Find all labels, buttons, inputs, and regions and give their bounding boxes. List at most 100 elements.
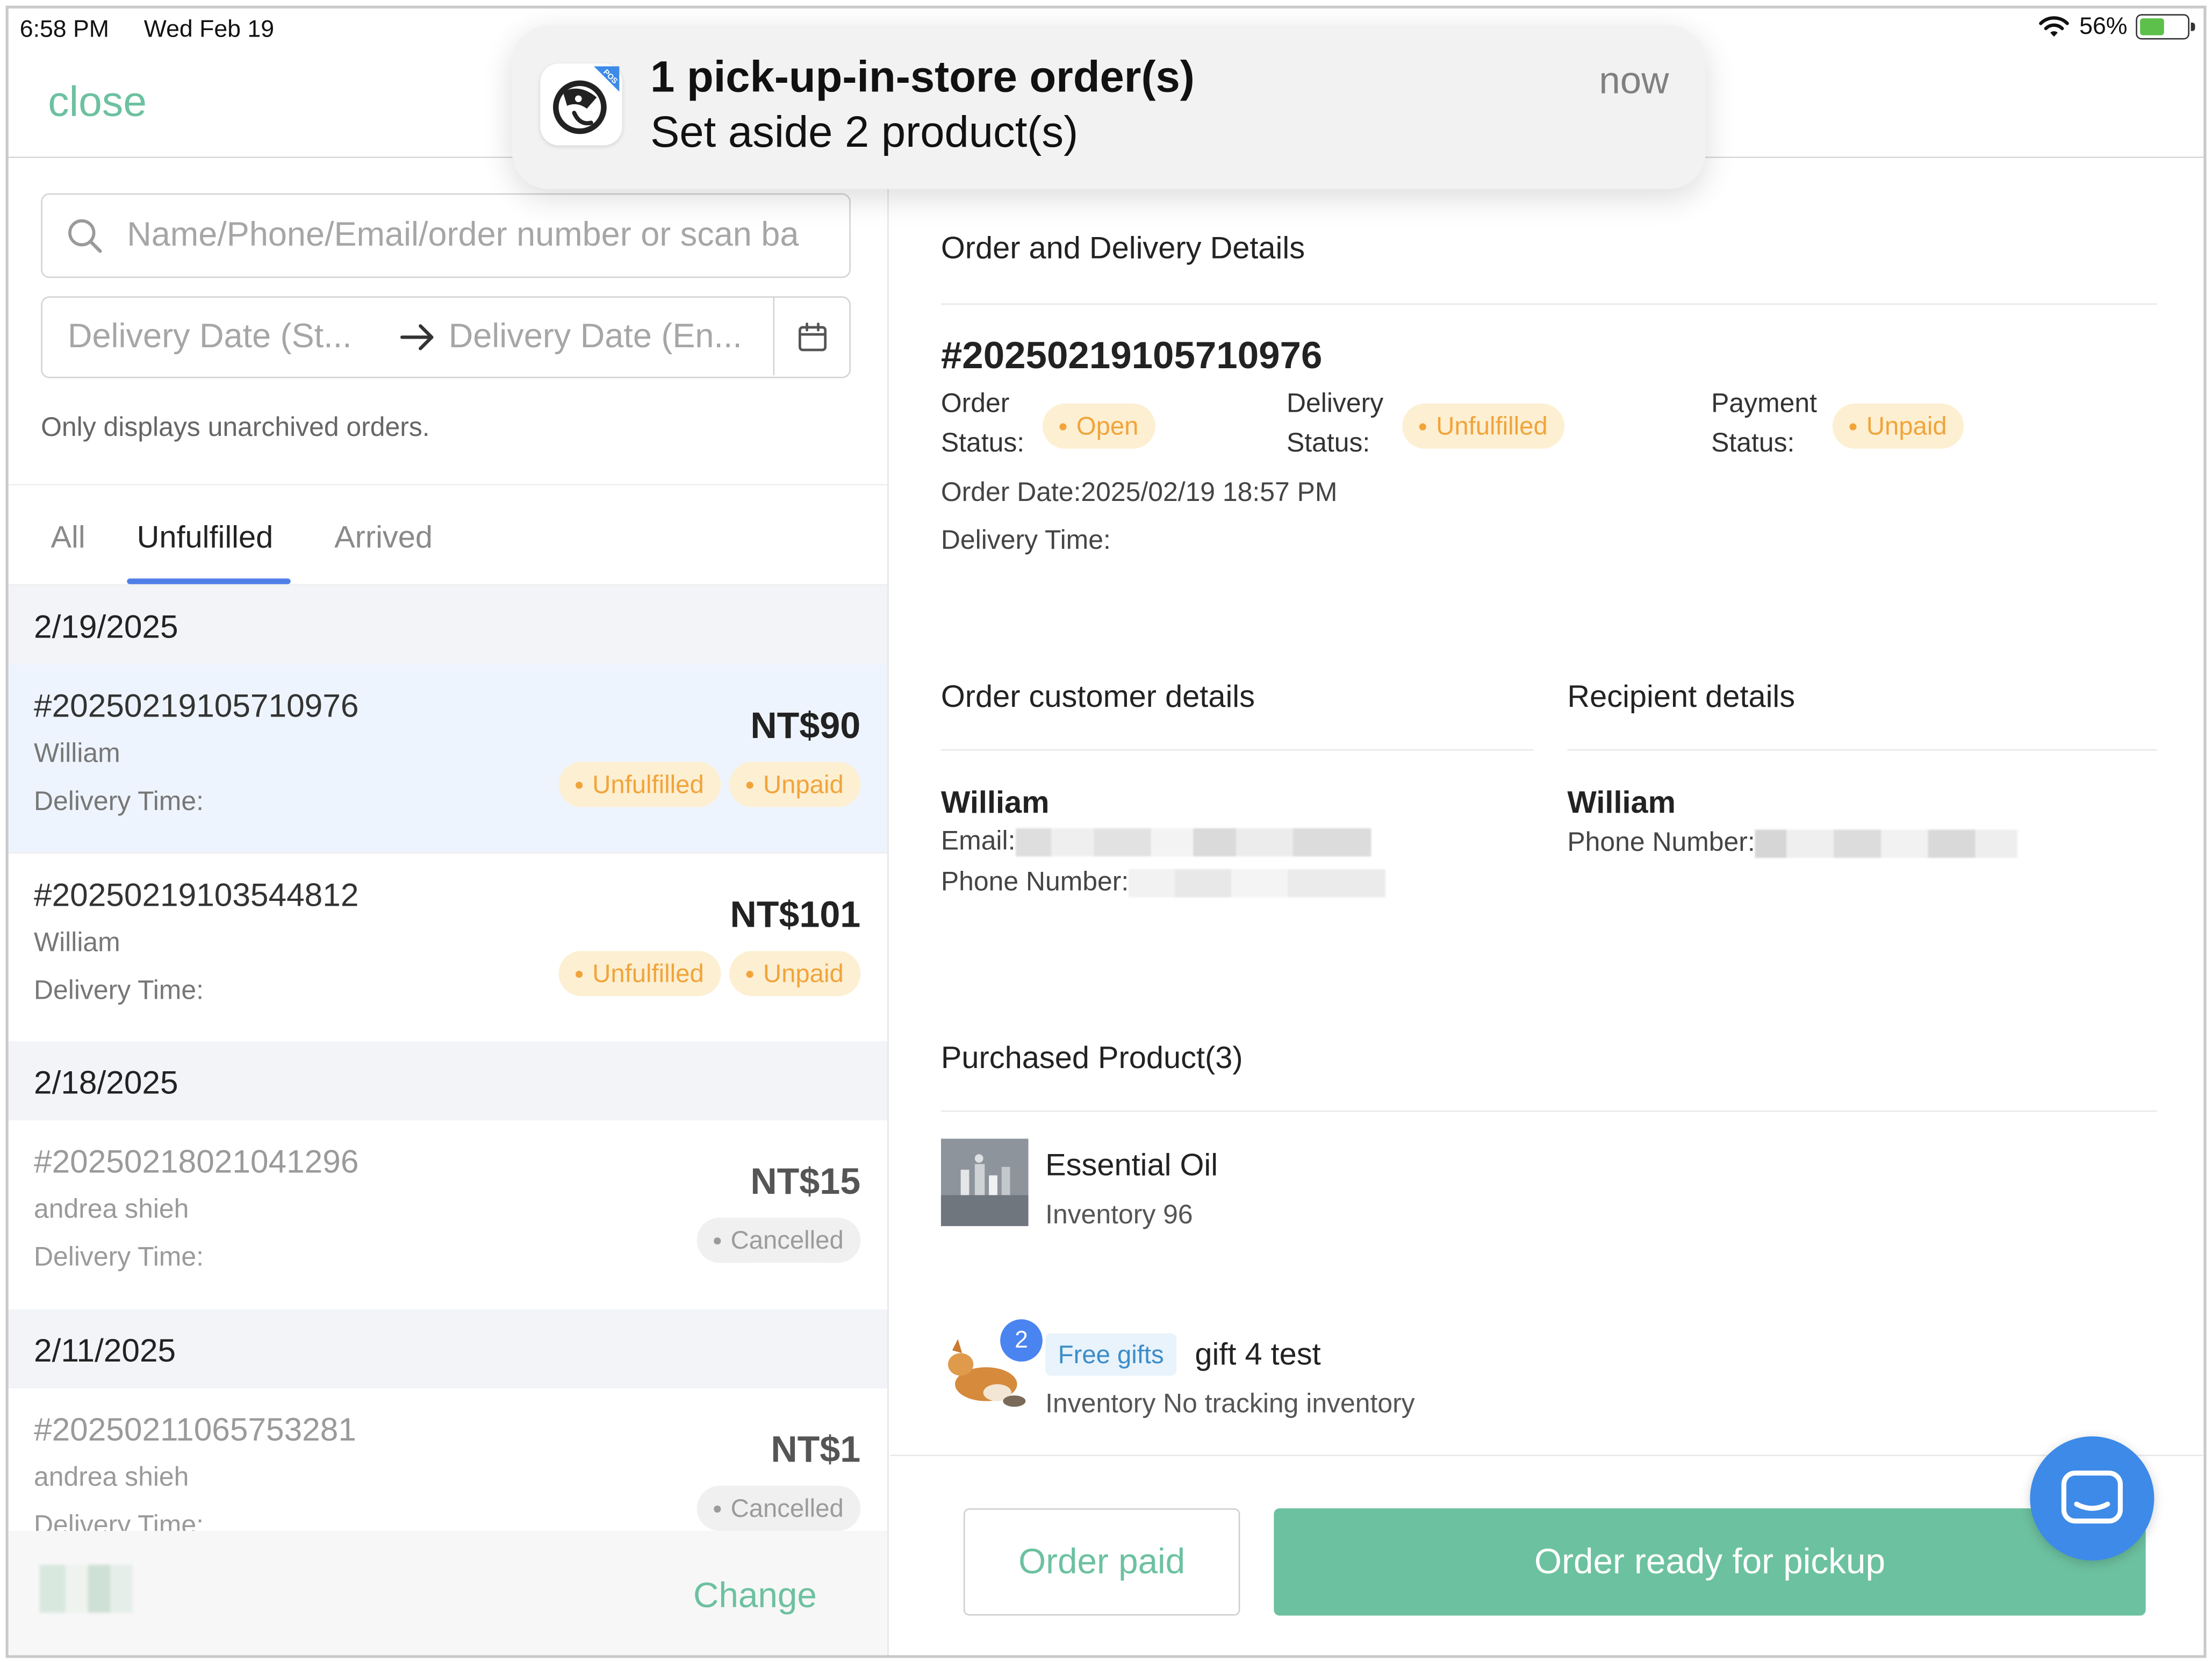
product-inventory: Inventory No tracking inventory: [1045, 1389, 1415, 1420]
redacted-phone: [1129, 869, 1385, 898]
order-number: #20250219105710976: [34, 687, 359, 724]
date-start-input[interactable]: Delivery Date (St...: [68, 318, 352, 357]
battery-icon: [2136, 14, 2195, 40]
order-status-badge: Open: [1042, 403, 1155, 449]
push-notification[interactable]: POS 1 pick-up-in-store order(s) Set asid…: [512, 25, 1706, 189]
customer-name: William: [34, 928, 120, 958]
divider: [940, 1110, 2157, 1112]
delivery-time: Delivery Time:: [34, 1243, 204, 1273]
free-gift-tag: Free gifts: [1045, 1333, 1177, 1376]
customer-phone: Phone Number:: [941, 868, 1385, 899]
date-group-header: 2/11/2025: [8, 1309, 888, 1388]
delivery-status-badge: Unfulfilled: [1402, 403, 1565, 449]
status-badges: Unfulfilled Unpaid: [558, 951, 861, 997]
payment-status-badge: Unpaid: [1832, 403, 1964, 449]
redacted-phone: [1755, 829, 2017, 858]
status-badges: Cancelled: [696, 1486, 861, 1531]
product-inventory: Inventory 96: [1045, 1200, 1193, 1230]
chat-icon: [2061, 1470, 2123, 1524]
action-bar: Order paid Order ready for pickup: [890, 1455, 2204, 1656]
delivery-time: Delivery Time:: [34, 976, 204, 1006]
order-date: Order Date:2025/02/19 18:57 PM: [940, 478, 1338, 508]
divider: [940, 303, 2157, 305]
status-badge: Unfulfilled: [558, 951, 721, 997]
order-row[interactable]: #20250218021041296 andrea shieh Delivery…: [9, 1120, 887, 1309]
date-group-header: 2/19/2025: [8, 585, 888, 665]
recipient-name: William: [1567, 784, 1676, 820]
order-detail-panel: Order and Delivery Details #202502191057…: [890, 159, 2204, 1656]
notification-time: now: [1599, 59, 1669, 102]
redacted-email: [1015, 828, 1371, 857]
order-row[interactable]: #20250219103544812 William Delivery Time…: [9, 854, 887, 1041]
payment-status-label: Payment Status:: [1711, 389, 1817, 459]
status-time: 6:58 PM: [19, 15, 109, 42]
recipient-phone: Phone Number:: [1567, 828, 2017, 859]
customer-name: William: [940, 784, 1050, 820]
order-number: #20250211065753281: [34, 1411, 356, 1448]
order-price: NT$15: [750, 1159, 861, 1202]
search-icon: [68, 219, 102, 253]
customer-name: andrea shieh: [34, 1195, 189, 1225]
app-window: 6:58 PM Wed Feb 19 56% close Name/Phone/…: [5, 5, 2207, 1658]
divider: [940, 749, 1534, 751]
customer-name: andrea shieh: [34, 1463, 189, 1493]
status-badge: Unpaid: [729, 762, 861, 807]
close-button[interactable]: close: [48, 79, 147, 127]
product-name: Essential Oil: [1045, 1147, 1218, 1183]
search-box: [41, 193, 851, 278]
order-number: #20250219103544812: [34, 876, 359, 913]
delivery-time: Delivery Time:: [34, 1511, 204, 1531]
order-number: #20250218021041296: [34, 1143, 359, 1180]
status-badge: Unfulfilled: [558, 762, 721, 807]
chat-button[interactable]: [2030, 1436, 2154, 1561]
ready-for-pickup-button[interactable]: Order ready for pickup: [1274, 1508, 2146, 1616]
change-button[interactable]: Change: [693, 1576, 817, 1617]
status-right: 56%: [2037, 12, 2195, 41]
wifi-icon: [2039, 16, 2069, 37]
customer-section-title: Order customer details: [940, 678, 1255, 714]
date-group-header: 2/18/2025: [8, 1041, 888, 1121]
product-image: [940, 1138, 1029, 1227]
status-badges: Unfulfilled Unpaid: [558, 762, 861, 807]
divider: [1567, 749, 2157, 751]
search-input[interactable]: [127, 206, 832, 266]
delivery-time: Delivery Time:: [34, 787, 204, 817]
app-icon: POS: [540, 63, 622, 146]
delivery-time: Delivery Time:: [940, 526, 1111, 556]
unarchived-note: Only displays unarchived orders.: [41, 413, 430, 443]
order-price: NT$90: [750, 704, 861, 747]
quantity-badge: 2: [1000, 1319, 1043, 1362]
date-end-input[interactable]: Delivery Date (En...: [449, 318, 742, 357]
products-section-title: Purchased Product(3): [940, 1040, 1243, 1076]
customer-name: William: [34, 739, 120, 769]
tab-arrived[interactable]: Arrived: [334, 519, 433, 556]
status-tabs: All Unfulfilled Arrived: [8, 484, 888, 586]
order-status-label: Order Status:: [940, 389, 1025, 459]
order-paid-button[interactable]: Order paid: [963, 1508, 1240, 1616]
order-row[interactable]: #20250211065753281 andrea shieh Delivery…: [9, 1388, 887, 1531]
calendar-icon: [798, 321, 826, 351]
delivery-status-label: Delivery Status:: [1287, 389, 1384, 459]
store-thumbnail: [39, 1565, 133, 1613]
sidebar-footer: Change: [8, 1531, 888, 1656]
customer-email: Email:: [941, 827, 1371, 858]
tab-unfulfilled[interactable]: Unfulfilled: [137, 519, 274, 556]
recipient-section-title: Recipient details: [1567, 678, 1796, 714]
notification-body: Set aside 2 product(s): [650, 107, 1079, 157]
calendar-button[interactable]: [773, 297, 850, 376]
delivery-date-range: Delivery Date (St... Delivery Date (En..…: [41, 296, 851, 378]
order-row[interactable]: #20250219105710976 William Delivery Time…: [8, 664, 888, 854]
product-name: gift 4 test: [1195, 1336, 1321, 1372]
status-badges: Cancelled: [696, 1217, 861, 1263]
order-number-title: #20250219105710976: [940, 334, 1323, 377]
notification-title: 1 pick-up-in-store order(s): [650, 52, 1195, 102]
arrow-right-icon: [400, 324, 434, 350]
order-list-panel: Delivery Date (St... Delivery Date (En..…: [8, 159, 889, 1656]
status-date: Wed Feb 19: [143, 15, 275, 42]
status-badge: Cancelled: [696, 1217, 861, 1263]
battery-percent: 56%: [2079, 12, 2128, 40]
order-list[interactable]: 2/19/2025 #20250219105710976 William Del…: [8, 585, 888, 1531]
status-badge: Cancelled: [696, 1486, 861, 1531]
tab-all[interactable]: All: [51, 519, 85, 556]
section-title: Order and Delivery Details: [940, 230, 1305, 266]
